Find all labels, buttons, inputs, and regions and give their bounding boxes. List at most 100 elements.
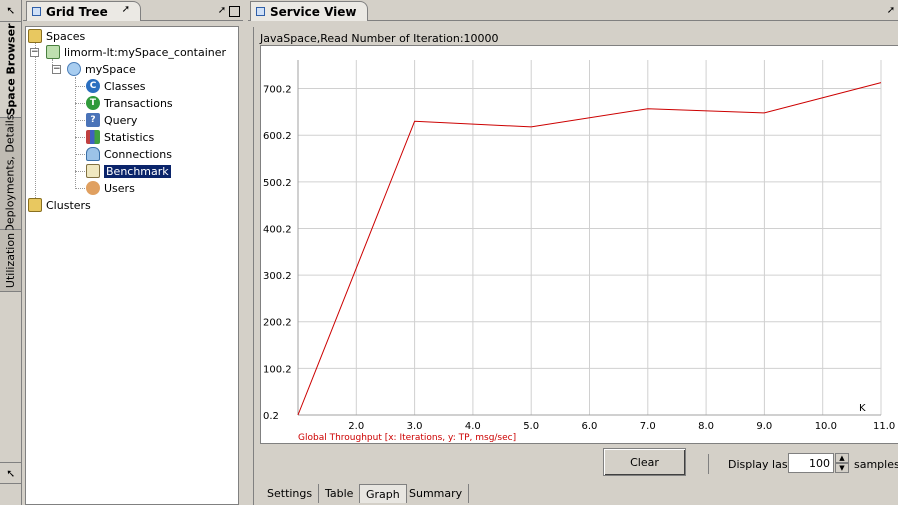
x-tick-label: 9.0: [756, 421, 772, 432]
pin-icon[interactable]: ➚: [0, 0, 21, 22]
tree-line: [75, 77, 76, 189]
tree-line: [75, 86, 85, 87]
container-icon: [46, 45, 60, 59]
tree-node-label: limorm-lt:mySpace_container: [64, 45, 227, 59]
tab-utilization-label: Utilization: [4, 232, 17, 289]
x-tick-label: 7.0: [640, 421, 656, 432]
tree-node-transactions[interactable]: T Transactions: [86, 95, 173, 111]
grid-tree-title: Grid Tree: [46, 4, 108, 19]
grid-tree: Spaces − limorm-lt:mySpace_container − m…: [25, 26, 239, 505]
tree-node-statistics[interactable]: Statistics: [86, 129, 154, 145]
pin-bottom-icon[interactable]: ➚: [0, 462, 21, 484]
tree-node-label: Connections: [104, 147, 172, 161]
tree-node-label: Statistics: [104, 130, 155, 144]
y-tick-label: 700.2: [263, 85, 292, 96]
x-tick-label: 3.0: [407, 421, 423, 432]
tree-node-query[interactable]: ? Query: [86, 112, 137, 128]
service-view-title: Service View: [270, 4, 357, 19]
samples-input[interactable]: [788, 453, 834, 473]
tree-node-label: Query: [104, 113, 138, 127]
tab-space-browser[interactable]: Space Browser: [0, 22, 21, 118]
grid-tree-header: Grid Tree ➚ ➚: [23, 0, 243, 21]
chart-svg: 2.0 3.0 4.0 5.0 6.0 7.0 8.0 9.0 10.0 11.0 0.2 100.2…: [263, 60, 895, 443]
tree-node-label: Benchmark: [104, 164, 171, 178]
tree-line: [35, 43, 36, 208]
x-unit-label: K: [859, 403, 866, 414]
tree-node-label: Spaces: [46, 29, 86, 43]
panel-square-icon: [256, 7, 265, 16]
chart-heading: JavaSpace,Read Number of Iteration:10000: [260, 32, 499, 45]
x-tick-label: 10.0: [815, 421, 837, 432]
tab-service-view[interactable]: Service View: [250, 1, 368, 21]
folder-icon: [28, 198, 42, 212]
tree-node-label: Users: [104, 181, 135, 195]
collapse-toggle[interactable]: −: [52, 65, 61, 74]
toolbar-separator: [708, 454, 709, 474]
tree-line: [75, 103, 85, 104]
left-tab-strip: ➚ Space Browser Deployments, Details Uti…: [0, 0, 22, 505]
view-tabs: Settings Table Graph Summary: [253, 482, 898, 505]
tab-graph[interactable]: Graph: [359, 484, 407, 503]
connections-icon: [86, 147, 100, 161]
maximize-icon[interactable]: [229, 6, 240, 17]
x-tick-label: 4.0: [465, 421, 481, 432]
folder-icon: [28, 29, 42, 43]
y-tick-label: 600.2: [263, 131, 292, 142]
y-tick-label: 500.2: [263, 178, 292, 189]
transactions-icon: T: [86, 96, 100, 110]
tab-label: Table: [325, 487, 354, 500]
tree-node-label: Clusters: [46, 198, 91, 212]
restore-icon[interactable]: ➚: [215, 4, 229, 18]
tree-line: [75, 171, 85, 172]
spinner-up-icon[interactable]: ▲: [835, 453, 849, 463]
y-tick-label: 400.2: [263, 224, 292, 235]
query-icon: ?: [86, 113, 100, 127]
tab-label: Summary: [409, 487, 463, 500]
bar-chart-icon: [86, 130, 100, 144]
panel-square-icon: [32, 7, 41, 16]
tab-label: Settings: [267, 487, 313, 500]
samples-label: samples: [854, 458, 898, 471]
tree-node-container[interactable]: limorm-lt:mySpace_container: [46, 44, 226, 60]
tree-node-users[interactable]: Users: [86, 180, 135, 196]
x-tick-label: 5.0: [523, 421, 539, 432]
x-tick-label: 6.0: [582, 421, 598, 432]
tab-utilization[interactable]: Utilization: [0, 230, 21, 292]
tab-settings[interactable]: Settings: [261, 484, 320, 503]
users-icon: [86, 181, 100, 195]
tree-line: [75, 188, 85, 189]
x-axis-label: Global Throughput [x: Iterations, y: TP,…: [298, 433, 516, 443]
tree-node-label: mySpace: [85, 62, 136, 76]
tab-summary[interactable]: Summary: [403, 484, 470, 503]
tab-table[interactable]: Table: [319, 484, 361, 503]
tree-node-spaces[interactable]: Spaces: [28, 28, 85, 44]
pin-icon[interactable]: ➚: [122, 4, 130, 15]
clear-button[interactable]: Clear: [603, 448, 686, 476]
service-view-header: Service View ➚: [248, 0, 898, 21]
tree-node-label: Transactions: [104, 96, 173, 110]
tree-node-clusters[interactable]: Clusters: [28, 197, 91, 213]
tab-space-browser-label: Space Browser: [4, 23, 17, 116]
service-view: JavaSpace,Read Number of Iteration:10000…: [253, 27, 898, 505]
collapse-toggle[interactable]: −: [30, 48, 39, 57]
tab-grid-tree[interactable]: Grid Tree ➚: [26, 1, 141, 21]
y-tick-label: 100.2: [263, 364, 292, 375]
spinner-down-icon[interactable]: ▼: [835, 463, 849, 473]
y-tick-label: 0.2: [263, 411, 279, 422]
benchmark-icon: [86, 164, 100, 178]
tab-label: Graph: [366, 487, 400, 501]
tree-node-label: Classes: [104, 79, 146, 93]
classes-icon: C: [86, 79, 100, 93]
tree-node-classes[interactable]: C Classes: [86, 78, 145, 94]
tree-line: [75, 137, 85, 138]
y-tick-label: 200.2: [263, 318, 292, 329]
tree-node-connections[interactable]: Connections: [86, 146, 172, 162]
tree-node-myspace[interactable]: mySpace: [67, 61, 136, 77]
x-tick-label: 2.0: [348, 421, 364, 432]
y-tick-label: 300.2: [263, 271, 292, 282]
restore-icon[interactable]: ➚: [884, 4, 898, 18]
tab-deployments-label: Deployments, Details: [4, 114, 17, 233]
tree-node-benchmark[interactable]: Benchmark: [86, 163, 171, 179]
x-tick-label: 11.0: [873, 421, 895, 432]
tab-deployments-details[interactable]: Deployments, Details: [0, 114, 21, 233]
